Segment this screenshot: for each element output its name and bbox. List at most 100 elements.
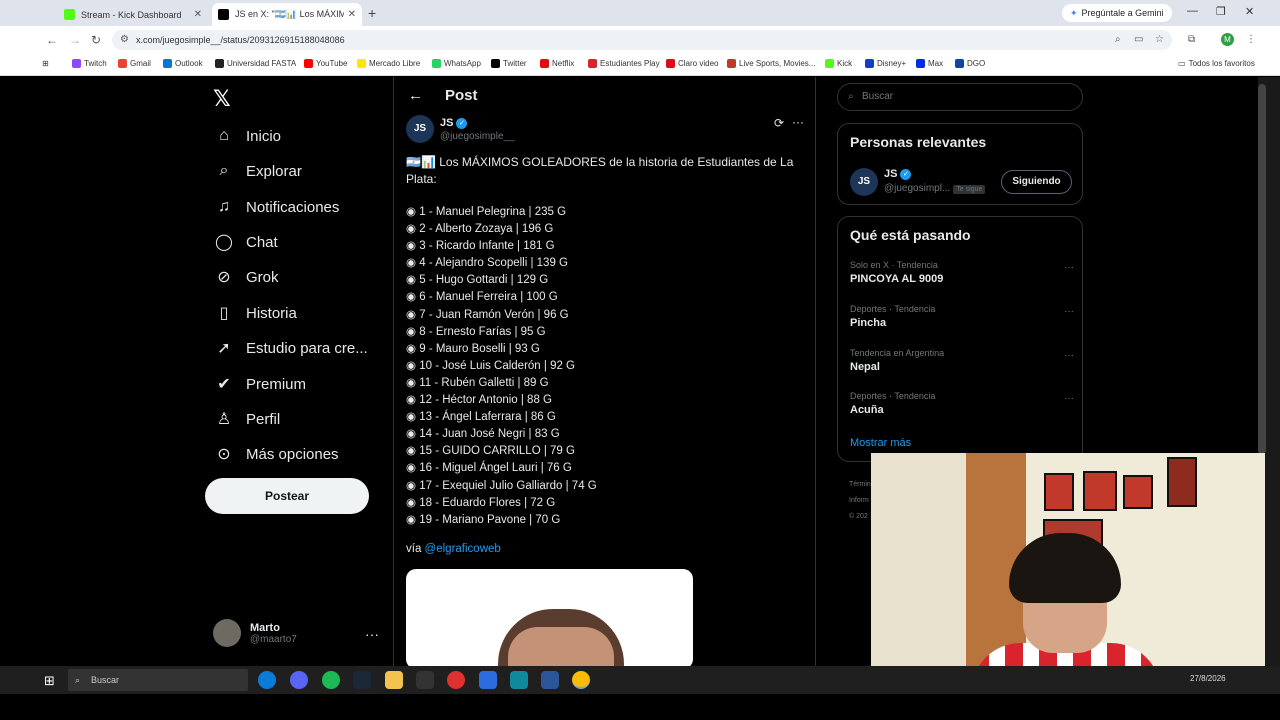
bookmark-clarovideo[interactable]: Claro video (666, 59, 718, 68)
trend-item[interactable]: Deportes · Tendencia Acuña ··· (850, 391, 1074, 416)
discord-icon[interactable] (290, 671, 308, 689)
back-arrow-icon[interactable]: ← (46, 33, 58, 47)
nav-chat[interactable]: ◯ Chat (213, 227, 278, 257)
epic-games-icon[interactable] (416, 671, 434, 689)
more-icon[interactable]: ··· (1064, 350, 1074, 361)
site-info-icon[interactable]: ⚙ (120, 30, 129, 50)
more-icon[interactable]: ··· (365, 626, 379, 642)
zoom-app-icon[interactable] (479, 671, 497, 689)
edge-icon[interactable] (258, 671, 276, 689)
more-icon[interactable]: ··· (792, 115, 804, 129)
bookmark-estudiantes-play[interactable]: Estudiantes Play (588, 59, 660, 68)
bookmark-kick[interactable]: Kick (825, 59, 852, 68)
tab-x-post[interactable]: JS en X: "🇦🇷📊 Los MÁXIMOS G ✕ (212, 3, 362, 26)
close-window-icon[interactable]: ✕ (1245, 5, 1254, 18)
reload-icon[interactable]: ↻ (91, 33, 101, 47)
post-button[interactable]: Postear (205, 478, 369, 514)
bookmark-fasta[interactable]: Universidad FASTA (215, 59, 296, 68)
bookmark-whatsapp[interactable]: WhatsApp (432, 59, 481, 68)
taskbar-search[interactable]: ⌕ Buscar (68, 669, 248, 691)
grok-icon: ⊘ (217, 269, 231, 286)
back-arrow-icon[interactable]: ← (408, 87, 423, 104)
list-item: ◉ 8 - Ernesto Farías | 95 G (406, 325, 546, 338)
list-item: ◉ 7 - Juan Ramón Verón | 96 G (406, 308, 569, 321)
steam-icon[interactable] (353, 671, 371, 689)
bookmark-gmail[interactable]: Gmail (118, 59, 151, 68)
author-avatar[interactable]: JS (406, 115, 434, 143)
close-tab-icon[interactable]: ✕ (348, 9, 356, 20)
nav-perfil[interactable]: ♙ Perfil (213, 404, 280, 434)
bookmark-disney[interactable]: Disney+ (865, 59, 906, 68)
scrollbar-thumb[interactable] (1258, 84, 1266, 454)
browser-tab-bar: Stream - Kick Dashboard ✕ JS en X: "🇦🇷📊 … (0, 0, 1280, 26)
cast-icon[interactable]: ▭ (1134, 34, 1143, 45)
bookmark-dgo[interactable]: DGO (955, 59, 985, 68)
bookmark-outlook[interactable]: Outlook (163, 59, 203, 68)
address-bar[interactable]: ⚙ x.com/juegosimple__/status/20931269151… (112, 30, 1172, 50)
more-icon[interactable]: ··· (1064, 393, 1074, 404)
bookmark-twitch[interactable]: Twitch (72, 59, 107, 68)
nav-estudio[interactable]: ➚ Estudio para cre... (213, 333, 367, 363)
close-tab-icon[interactable]: ✕ (194, 9, 202, 20)
bookmark-netflix[interactable]: Netflix (540, 59, 574, 68)
taskbar-clock[interactable]: 27/8/2026 (1190, 674, 1226, 683)
kick-icon (825, 59, 834, 68)
star-icon[interactable]: ☆ (1155, 34, 1164, 45)
scorers-list: ◉ 1 - Manuel Pelegrina | 235 G ◉ 2 - Alb… (406, 204, 801, 529)
trend-item[interactable]: Deportes · Tendencia Pincha ··· (850, 304, 1074, 329)
author-name[interactable]: JS ✓ (440, 117, 468, 129)
bookmark-mercadolibre[interactable]: Mercado Libre (357, 59, 420, 68)
file-explorer-icon[interactable] (385, 671, 403, 689)
windows-start-icon[interactable]: ⊞ (44, 673, 55, 689)
chrome-icon[interactable] (572, 671, 590, 689)
forward-arrow-icon[interactable]: → (69, 33, 81, 47)
vs-icon[interactable] (510, 671, 528, 689)
list-item: ◉ 17 - Exequiel Julio Galliardo | 74 G (406, 479, 597, 492)
via-link[interactable]: @elgraficoweb (425, 543, 501, 555)
obs-icon[interactable] (447, 671, 465, 689)
apps-grid-icon[interactable]: ⊞ (42, 59, 49, 68)
post-image[interactable] (406, 569, 693, 669)
spotify-icon[interactable] (322, 671, 340, 689)
nav-explorar[interactable]: ⌕ Explorar (213, 156, 302, 186)
tab-kick-dashboard[interactable]: Stream - Kick Dashboard ✕ (58, 3, 208, 26)
zoom-icon[interactable]: ⌕ (1115, 34, 1121, 45)
avatar[interactable]: JS (850, 168, 878, 196)
nav-historia[interactable]: ▯ Historia (213, 298, 297, 328)
trend-item[interactable]: Tendencia en Argentina Nepal ··· (850, 348, 1074, 373)
bookmark-max[interactable]: Max (916, 59, 943, 68)
grok-refresh-icon[interactable]: ⟳ (774, 116, 784, 130)
relevant-name[interactable]: JS ✓ (884, 168, 912, 180)
bookmark-live-sports[interactable]: Live Sports, Movies... (727, 59, 815, 68)
author-handle[interactable]: @juegosimple__ (440, 131, 515, 142)
chrome-profile-avatar[interactable]: M (1221, 33, 1234, 46)
extensions-icon[interactable]: ⧉ (1188, 34, 1195, 45)
search-input[interactable]: ⌕ Buscar (837, 83, 1083, 111)
x-logo-icon[interactable]: 𝕏 (213, 86, 231, 112)
show-more-link[interactable]: Mostrar más (850, 437, 911, 449)
nav-notificaciones[interactable]: ♫ Notificaciones (213, 192, 339, 222)
trend-item[interactable]: Solo en X · Tendencia PINCOYA AL 9009 ··… (850, 260, 1074, 285)
minimize-icon[interactable]: — (1187, 5, 1198, 17)
nav-mas-opciones[interactable]: ⊙ Más opciones (213, 439, 338, 469)
more-icon[interactable]: ··· (1064, 262, 1074, 273)
nav-grok[interactable]: ⊘ Grok (213, 262, 278, 292)
relevant-people-card: Personas relevantes JS JS ✓ @juegosimpl.… (837, 123, 1083, 205)
following-button[interactable]: Siguiendo (1001, 170, 1072, 194)
word-icon[interactable] (541, 671, 559, 689)
x-favicon-icon (218, 9, 229, 20)
all-favorites-folder[interactable]: ▭ Todos los favoritos (1178, 59, 1255, 68)
bookmark-youtube[interactable]: YouTube (304, 59, 347, 68)
plus-icon[interactable]: + (368, 5, 376, 21)
estudiantes-icon (588, 59, 597, 68)
list-item: ◉ 19 - Mariano Pavone | 70 G (406, 513, 561, 526)
restore-icon[interactable]: ❐ (1216, 5, 1226, 18)
kick-favicon-icon (64, 9, 75, 20)
nav-premium[interactable]: ✔ Premium (213, 369, 306, 399)
bookmark-twitter[interactable]: Twitter (491, 59, 527, 68)
account-switcher[interactable]: Marto @maarto7 (213, 619, 297, 647)
more-icon[interactable]: ··· (1064, 306, 1074, 317)
menu-icon[interactable]: ⋮ (1246, 34, 1256, 45)
nav-inicio[interactable]: ⌂ Inicio (213, 121, 281, 151)
gemini-button[interactable]: ✦ Pregúntale a Gemini (1062, 4, 1172, 22)
